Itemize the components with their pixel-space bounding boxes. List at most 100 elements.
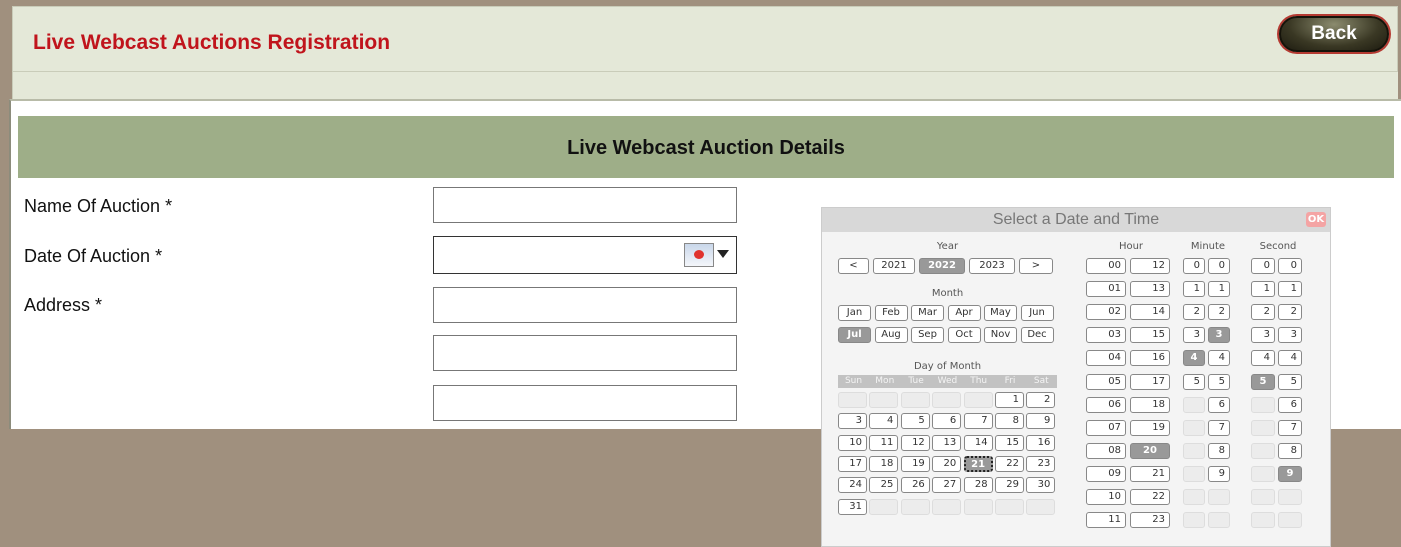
day-button[interactable]: 28 xyxy=(963,477,993,494)
minute-ones-button[interactable]: 8 xyxy=(1208,442,1230,459)
hour-button[interactable]: 02 xyxy=(1086,304,1126,321)
day-button[interactable]: 27 xyxy=(932,477,962,494)
hour-button[interactable]: 21 xyxy=(1130,465,1170,482)
day-button[interactable]: 13 xyxy=(932,434,962,451)
month-button[interactable]: Mar xyxy=(911,305,944,321)
month-button[interactable]: Apr xyxy=(947,305,981,321)
hour-button[interactable]: 13 xyxy=(1130,281,1170,298)
year-button[interactable]: 2021 xyxy=(873,258,915,274)
month-button[interactable]: Nov xyxy=(984,327,1017,343)
month-button[interactable]: Aug xyxy=(874,327,908,343)
day-button[interactable]: 1 xyxy=(995,392,1024,408)
second-ones-button[interactable]: 2 xyxy=(1278,304,1302,321)
prev-year-button[interactable]: < xyxy=(838,258,869,274)
second-ones-button[interactable]: 6 xyxy=(1278,396,1302,413)
day-button[interactable]: 3 xyxy=(838,413,867,430)
address-line-3-input[interactable] xyxy=(433,385,737,421)
month-button[interactable]: May xyxy=(984,305,1017,321)
hour-button[interactable]: 20 xyxy=(1130,442,1170,459)
second-ones-button[interactable]: 3 xyxy=(1278,327,1302,344)
month-button[interactable]: Dec xyxy=(1020,327,1054,343)
hour-button[interactable]: 12 xyxy=(1130,258,1170,274)
hour-button[interactable]: 03 xyxy=(1086,327,1126,344)
day-button[interactable]: 14 xyxy=(963,434,993,451)
address-line-1-input[interactable] xyxy=(433,287,737,323)
day-button[interactable]: 18 xyxy=(869,455,899,472)
day-button[interactable]: 2 xyxy=(1026,392,1056,408)
back-button[interactable]: Back xyxy=(1279,16,1389,52)
minute-ones-button[interactable]: 4 xyxy=(1208,350,1230,367)
minute-tens-button[interactable]: 1 xyxy=(1183,281,1205,298)
hour-button[interactable]: 05 xyxy=(1086,373,1126,390)
hour-button[interactable]: 08 xyxy=(1086,442,1126,459)
minute-ones-button[interactable]: 9 xyxy=(1208,465,1230,482)
auction-name-input[interactable] xyxy=(433,187,737,223)
hour-button[interactable]: 14 xyxy=(1130,304,1170,321)
minute-tens-button[interactable]: 3 xyxy=(1183,327,1205,344)
second-ones-button[interactable]: 1 xyxy=(1278,281,1302,298)
hour-button[interactable]: 15 xyxy=(1130,327,1170,344)
day-button[interactable]: 12 xyxy=(900,434,930,451)
hour-button[interactable]: 22 xyxy=(1130,489,1170,505)
year-button[interactable]: 2023 xyxy=(969,258,1015,274)
day-button[interactable]: 6 xyxy=(932,413,962,430)
month-button[interactable]: Sep xyxy=(911,327,944,343)
minute-ones-button[interactable]: 7 xyxy=(1208,419,1230,436)
day-button[interactable]: 17 xyxy=(838,455,867,472)
minute-tens-button[interactable]: 5 xyxy=(1183,373,1205,390)
second-ones-button[interactable]: 4 xyxy=(1278,350,1302,367)
second-tens-button[interactable]: 2 xyxy=(1251,304,1275,321)
minute-ones-button[interactable]: 1 xyxy=(1208,281,1230,298)
day-button[interactable]: 23 xyxy=(1026,455,1056,472)
second-ones-button[interactable]: 7 xyxy=(1278,419,1302,436)
second-tens-button[interactable]: 5 xyxy=(1251,373,1275,390)
month-button[interactable]: Jun xyxy=(1020,305,1054,321)
day-button[interactable]: 4 xyxy=(869,413,899,430)
month-button[interactable]: Oct xyxy=(947,327,981,343)
day-button[interactable]: 25 xyxy=(869,477,899,494)
month-button[interactable]: Jul xyxy=(838,327,871,343)
day-button[interactable]: 31 xyxy=(838,498,867,515)
picker-ok-button[interactable]: OK xyxy=(1306,212,1326,227)
minute-ones-button[interactable]: 0 xyxy=(1208,258,1230,274)
hour-button[interactable]: 18 xyxy=(1130,396,1170,413)
day-button[interactable]: 29 xyxy=(995,477,1024,494)
hour-button[interactable]: 11 xyxy=(1086,512,1126,529)
second-ones-button[interactable]: 0 xyxy=(1278,258,1302,274)
hour-button[interactable]: 19 xyxy=(1130,419,1170,436)
day-button[interactable]: 24 xyxy=(838,477,867,494)
day-button[interactable]: 26 xyxy=(900,477,930,494)
second-ones-button[interactable]: 9 xyxy=(1278,465,1302,482)
day-button[interactable]: 19 xyxy=(900,455,930,472)
hour-button[interactable]: 01 xyxy=(1086,281,1126,298)
day-button[interactable]: 30 xyxy=(1026,477,1056,494)
minute-tens-button[interactable]: 0 xyxy=(1183,258,1205,274)
hour-button[interactable]: 16 xyxy=(1130,350,1170,367)
minute-ones-button[interactable]: 5 xyxy=(1208,373,1230,390)
address-line-2-input[interactable] xyxy=(433,335,737,371)
hour-button[interactable]: 04 xyxy=(1086,350,1126,367)
day-button[interactable]: 8 xyxy=(995,413,1024,430)
day-button[interactable]: 15 xyxy=(995,434,1024,451)
hour-button[interactable]: 09 xyxy=(1086,465,1126,482)
hour-button[interactable]: 06 xyxy=(1086,396,1126,413)
day-button[interactable]: 11 xyxy=(869,434,899,451)
second-tens-button[interactable]: 4 xyxy=(1251,350,1275,367)
hour-button[interactable]: 07 xyxy=(1086,419,1126,436)
hour-button[interactable]: 10 xyxy=(1086,489,1126,505)
day-button[interactable]: 7 xyxy=(963,413,993,430)
day-button[interactable]: 10 xyxy=(838,434,867,451)
day-button[interactable]: 16 xyxy=(1026,434,1056,451)
calendar-button[interactable] xyxy=(681,239,735,271)
day-button[interactable]: 21 xyxy=(963,455,993,472)
second-tens-button[interactable]: 1 xyxy=(1251,281,1275,298)
second-tens-button[interactable]: 3 xyxy=(1251,327,1275,344)
minute-ones-button[interactable]: 2 xyxy=(1208,304,1230,321)
year-button[interactable]: 2022 xyxy=(919,258,965,274)
month-button[interactable]: Feb xyxy=(874,305,908,321)
second-tens-button[interactable]: 0 xyxy=(1251,258,1275,274)
day-button[interactable]: 9 xyxy=(1026,413,1056,430)
minute-ones-button[interactable]: 6 xyxy=(1208,396,1230,413)
second-ones-button[interactable]: 8 xyxy=(1278,442,1302,459)
hour-button[interactable]: 17 xyxy=(1130,373,1170,390)
